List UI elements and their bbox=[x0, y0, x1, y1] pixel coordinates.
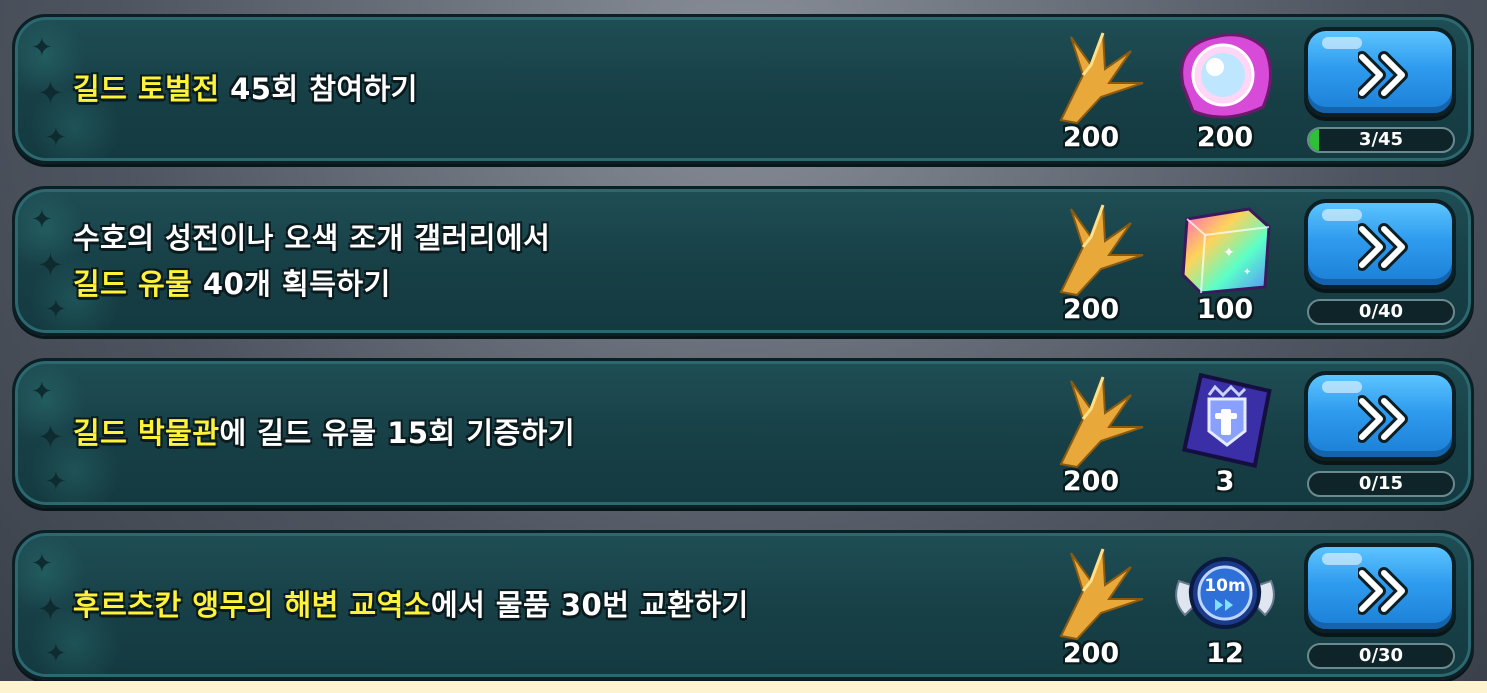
go-button[interactable] bbox=[1304, 543, 1456, 633]
quest-text: 40개 획득하기 bbox=[192, 267, 391, 301]
reward-amount: 100 bbox=[1196, 294, 1254, 325]
progress-text: 0/30 bbox=[1358, 645, 1404, 666]
bottom-panel-edge bbox=[0, 681, 1487, 693]
quest-row: ✦ ✦ ✦ 길드 박물관에 길드 유물 15회 기증하기 200 3 0/15 bbox=[12, 358, 1474, 508]
quest-line: 길드 토벌전 45회 참여하기 bbox=[73, 66, 973, 112]
quest-text: 수호의 성전이나 오색 조개 갤러리에서 bbox=[73, 221, 551, 255]
rainbow-pearl-icon bbox=[1180, 33, 1272, 119]
button-shine bbox=[1322, 553, 1362, 565]
go-button[interactable] bbox=[1304, 199, 1456, 289]
sparkle-icon: ✦ bbox=[45, 467, 67, 497]
quest-line: 길드 유물 40개 획득하기 bbox=[73, 261, 973, 307]
quest-highlight-text: 후르츠칸 앵무의 해변 교역소 bbox=[73, 588, 431, 622]
double-chevron-right-icon bbox=[1358, 567, 1408, 615]
progress-bar: 0/30 bbox=[1307, 643, 1455, 669]
quest-line: 길드 박물관에 길드 유물 15회 기증하기 bbox=[73, 410, 973, 456]
reward-guild-branch: 200 bbox=[1031, 197, 1151, 329]
reward-rainbow-cube: ✦ ✦ 100 bbox=[1165, 197, 1285, 329]
reward-rainbow-pearl: 200 bbox=[1165, 25, 1285, 157]
guild-quest-list: ✦ ✦ ✦ 길드 토벌전 45회 참여하기 200 200 3/45 ✦ ✦ ✦… bbox=[0, 0, 1487, 693]
progress-text: 0/40 bbox=[1358, 301, 1404, 322]
quest-row: ✦ ✦ ✦ 길드 토벌전 45회 참여하기 200 200 3/45 bbox=[12, 14, 1474, 164]
sparkle-icon: ✦ bbox=[31, 205, 53, 235]
reward-amount: 3 bbox=[1215, 466, 1235, 497]
quest-description: 길드 토벌전 45회 참여하기 bbox=[73, 17, 973, 161]
guild-relic-box-icon bbox=[1181, 372, 1272, 469]
go-button[interactable] bbox=[1304, 371, 1456, 461]
reward-guild-branch: 200 bbox=[1031, 541, 1151, 673]
reward-time-jumper: 10m 12 bbox=[1165, 541, 1285, 673]
gold-branch-icon bbox=[1059, 204, 1144, 297]
progress-bar: 3/45 bbox=[1307, 127, 1455, 153]
reward-amount: 200 bbox=[1062, 638, 1120, 669]
quest-text: 45회 참여하기 bbox=[219, 72, 418, 106]
sparkle-icon: ✦ bbox=[37, 74, 64, 112]
reward-guild-relic-box: 3 bbox=[1165, 369, 1285, 501]
progress-text: 0/15 bbox=[1358, 473, 1404, 494]
reward-amount: 200 bbox=[1062, 466, 1120, 497]
button-shine bbox=[1322, 209, 1362, 221]
double-chevron-right-icon bbox=[1358, 223, 1408, 271]
progress-bar: 0/40 bbox=[1307, 299, 1455, 325]
sparkle-icon: ✦ bbox=[31, 377, 53, 407]
double-chevron-right-icon bbox=[1358, 395, 1408, 443]
quest-text: 에 길드 유물 15회 기증하기 bbox=[219, 416, 576, 450]
quest-row: ✦ ✦ ✦ 수호의 성전이나 오색 조개 갤러리에서 길드 유물 40개 획득하… bbox=[12, 186, 1474, 336]
sparkle-icon: ✦ bbox=[45, 295, 67, 325]
go-button[interactable] bbox=[1304, 27, 1456, 117]
button-shine bbox=[1322, 381, 1362, 393]
gold-branch-icon bbox=[1059, 32, 1144, 125]
gold-branch-icon bbox=[1059, 376, 1144, 469]
progress-bar: 0/15 bbox=[1307, 471, 1455, 497]
svg-text:✦: ✦ bbox=[1243, 267, 1251, 278]
button-shine bbox=[1322, 37, 1362, 49]
sparkle-icon: ✦ bbox=[37, 246, 64, 284]
quest-row: ✦ ✦ ✦ 후르츠칸 앵무의 해변 교역소에서 물품 30번 교환하기 200 … bbox=[12, 530, 1474, 680]
sparkle-icon: ✦ bbox=[37, 418, 64, 456]
quest-description: 수호의 성전이나 오색 조개 갤러리에서 길드 유물 40개 획득하기 bbox=[73, 189, 973, 333]
double-chevron-right-icon bbox=[1358, 51, 1408, 99]
quest-description: 후르츠칸 앵무의 해변 교역소에서 물품 30번 교환하기 bbox=[73, 533, 973, 677]
sparkle-icon: ✦ bbox=[45, 123, 67, 153]
rainbow-cube-icon: ✦ ✦ bbox=[1181, 207, 1271, 295]
sparkle-icon: ✦ bbox=[37, 590, 64, 628]
reward-amount: 200 bbox=[1062, 122, 1120, 153]
sparkle-icon: ✦ bbox=[31, 549, 53, 579]
quest-description: 길드 박물관에 길드 유물 15회 기증하기 bbox=[73, 361, 973, 505]
quest-highlight-text: 길드 토벌전 bbox=[73, 72, 220, 106]
quest-highlight-text: 길드 박물관 bbox=[73, 416, 220, 450]
quest-highlight-text: 길드 유물 bbox=[73, 267, 193, 301]
reward-guild-branch: 200 bbox=[1031, 25, 1151, 157]
quest-line: 수호의 성전이나 오색 조개 갤러리에서 bbox=[73, 215, 973, 261]
reward-guild-branch: 200 bbox=[1031, 369, 1151, 501]
svg-text:✦: ✦ bbox=[1223, 245, 1235, 261]
progress-text: 3/45 bbox=[1358, 129, 1404, 150]
time-jumper-10m-icon: 10m bbox=[1175, 557, 1275, 629]
quest-line: 후르츠칸 앵무의 해변 교역소에서 물품 30번 교환하기 bbox=[73, 582, 973, 628]
reward-amount: 200 bbox=[1062, 294, 1120, 325]
sparkle-icon: ✦ bbox=[45, 639, 67, 669]
reward-amount: 200 bbox=[1196, 122, 1254, 153]
quest-text: 에서 물품 30번 교환하기 bbox=[430, 588, 749, 622]
badge-label: 10m bbox=[1204, 576, 1245, 596]
reward-amount: 12 bbox=[1206, 638, 1244, 669]
sparkle-icon: ✦ bbox=[31, 33, 53, 63]
gold-branch-icon bbox=[1059, 548, 1144, 641]
